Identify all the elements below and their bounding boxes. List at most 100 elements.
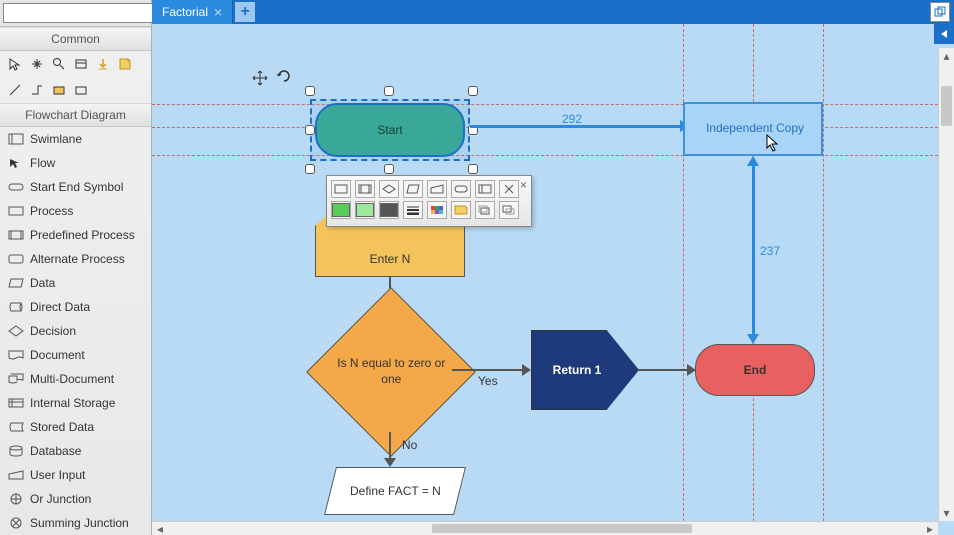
node-label: Define FACT = N [350,484,441,498]
palette-directdata[interactable]: Direct Data [0,295,151,319]
tab-factorial[interactable]: Factorial × [152,0,233,24]
stored-icon [8,420,24,434]
popup-shape-swimlane[interactable] [475,180,495,198]
predef-icon [8,228,24,242]
palette-swimlane[interactable]: Swimlane [0,127,151,151]
popup-swatch-1[interactable] [331,201,351,219]
tab-close-button[interactable]: × [214,4,222,20]
node-decision[interactable]: Is N equal to zero or one [306,287,476,457]
popup-bringfront[interactable] [475,201,495,219]
popup-sendback[interactable] [499,201,519,219]
container-tool[interactable] [72,55,90,73]
scroll-down-button[interactable]: ▾ [939,505,954,521]
pan-tool[interactable] [28,55,46,73]
node-start[interactable]: Start [315,103,465,157]
palette-decision[interactable]: Decision [0,319,151,343]
popup-shape-diamond[interactable] [379,180,399,198]
palette-label: Start End Symbol [30,180,123,194]
palette-intstore[interactable]: Internal Storage [0,391,151,415]
move-handle[interactable] [252,70,268,89]
popup-shape-delete[interactable] [499,180,519,198]
arrowhead-icon [522,364,531,376]
palette-label: Multi-Document [30,372,114,386]
popup-lineweight[interactable] [403,201,423,219]
resize-handle[interactable] [305,86,315,96]
palette-list: Swimlane Flow Start End Symbol Process P… [0,127,151,535]
palette-flow[interactable]: Flow [0,151,151,175]
arrowhead-icon [747,334,759,344]
popup-shape-rect[interactable] [331,180,351,198]
scroll-up-button[interactable]: ▴ [939,48,954,64]
scroll-thumb[interactable] [432,524,692,533]
popup-colorpicker[interactable] [427,201,447,219]
palette-altproc[interactable]: Alternate Process [0,247,151,271]
altproc-icon [8,252,24,266]
sendback-icon [502,205,516,215]
palette-multidoc[interactable]: Multi-Document [0,367,151,391]
collapse-panel-button[interactable] [934,24,954,44]
palette-process[interactable]: Process [0,199,151,223]
scroll-thumb[interactable] [941,86,952,126]
popup-shape-terminator[interactable] [451,180,471,198]
scroll-right-button[interactable]: ▸ [922,522,938,535]
resize-handle[interactable] [384,86,394,96]
palette-label: Internal Storage [30,396,115,410]
horizontal-scrollbar[interactable]: ◂ ▸ [152,521,938,535]
palette-label: Direct Data [30,300,90,314]
zoom-tool[interactable] [50,55,68,73]
swimlane-icon [478,184,492,194]
main-area: Factorial × + Start [152,0,954,535]
userinput-icon [8,468,24,482]
triangle-left-icon [939,29,949,39]
diagram-canvas[interactable]: Start 292 Independent Copy 237 Enter N [152,24,954,535]
palette-stored[interactable]: Stored Data [0,415,151,439]
popup-close-button[interactable]: × [520,178,527,192]
node-define[interactable]: Define FACT = N [324,467,466,515]
note-tool[interactable] [116,55,134,73]
rotate-handle[interactable] [276,68,292,87]
tab-bar: Factorial × + [152,0,954,24]
pointer-tool[interactable] [6,55,24,73]
popup-swatch-2[interactable] [355,201,375,219]
popup-shape-predef[interactable] [355,180,375,198]
line-icon [8,83,22,97]
popup-note[interactable] [451,201,471,219]
palette-sum[interactable]: Summing Junction [0,511,151,535]
palette-label: Decision [30,324,76,338]
popup-swatch-3[interactable] [379,201,399,219]
section-common[interactable]: Common [0,27,151,51]
resize-handle[interactable] [468,86,478,96]
rotate-icon [276,68,292,84]
section-flowchart[interactable]: Flowchart Diagram [0,103,151,127]
orth-icon [30,83,44,97]
search-input[interactable] [3,3,168,23]
palette-userinput[interactable]: User Input [0,463,151,487]
palette-document[interactable]: Document [0,343,151,367]
diamond-icon [382,184,396,194]
line-tool[interactable] [6,81,24,99]
scroll-left-button[interactable]: ◂ [152,522,168,535]
palette-predef[interactable]: Predefined Process [0,223,151,247]
shape-tool[interactable] [72,81,90,99]
arrow-down-tool[interactable] [94,55,112,73]
popup-shape-data[interactable] [403,180,423,198]
orth-tool[interactable] [28,81,46,99]
node-return1[interactable]: Return 1 [531,330,639,410]
resize-handle[interactable] [305,125,315,135]
vertical-scrollbar[interactable]: ▴ ▾ [938,48,954,521]
detach-button[interactable] [930,2,950,22]
resize-handle[interactable] [305,164,315,174]
rect-tool[interactable] [50,81,68,99]
tab-label: Factorial [162,5,208,19]
popup-shape-userinput[interactable] [427,180,447,198]
palette-or[interactable]: Or Junction [0,487,151,511]
palette-data[interactable]: Data [0,271,151,295]
palette-database[interactable]: Database [0,439,151,463]
resize-handle[interactable] [468,164,478,174]
palette-label: Database [30,444,81,458]
new-tab-button[interactable]: + [235,2,255,22]
palette-terminator[interactable]: Start End Symbol [0,175,151,199]
node-copy-ghost[interactable]: Independent Copy [683,102,823,156]
node-end[interactable]: End [695,344,815,396]
resize-handle[interactable] [384,164,394,174]
